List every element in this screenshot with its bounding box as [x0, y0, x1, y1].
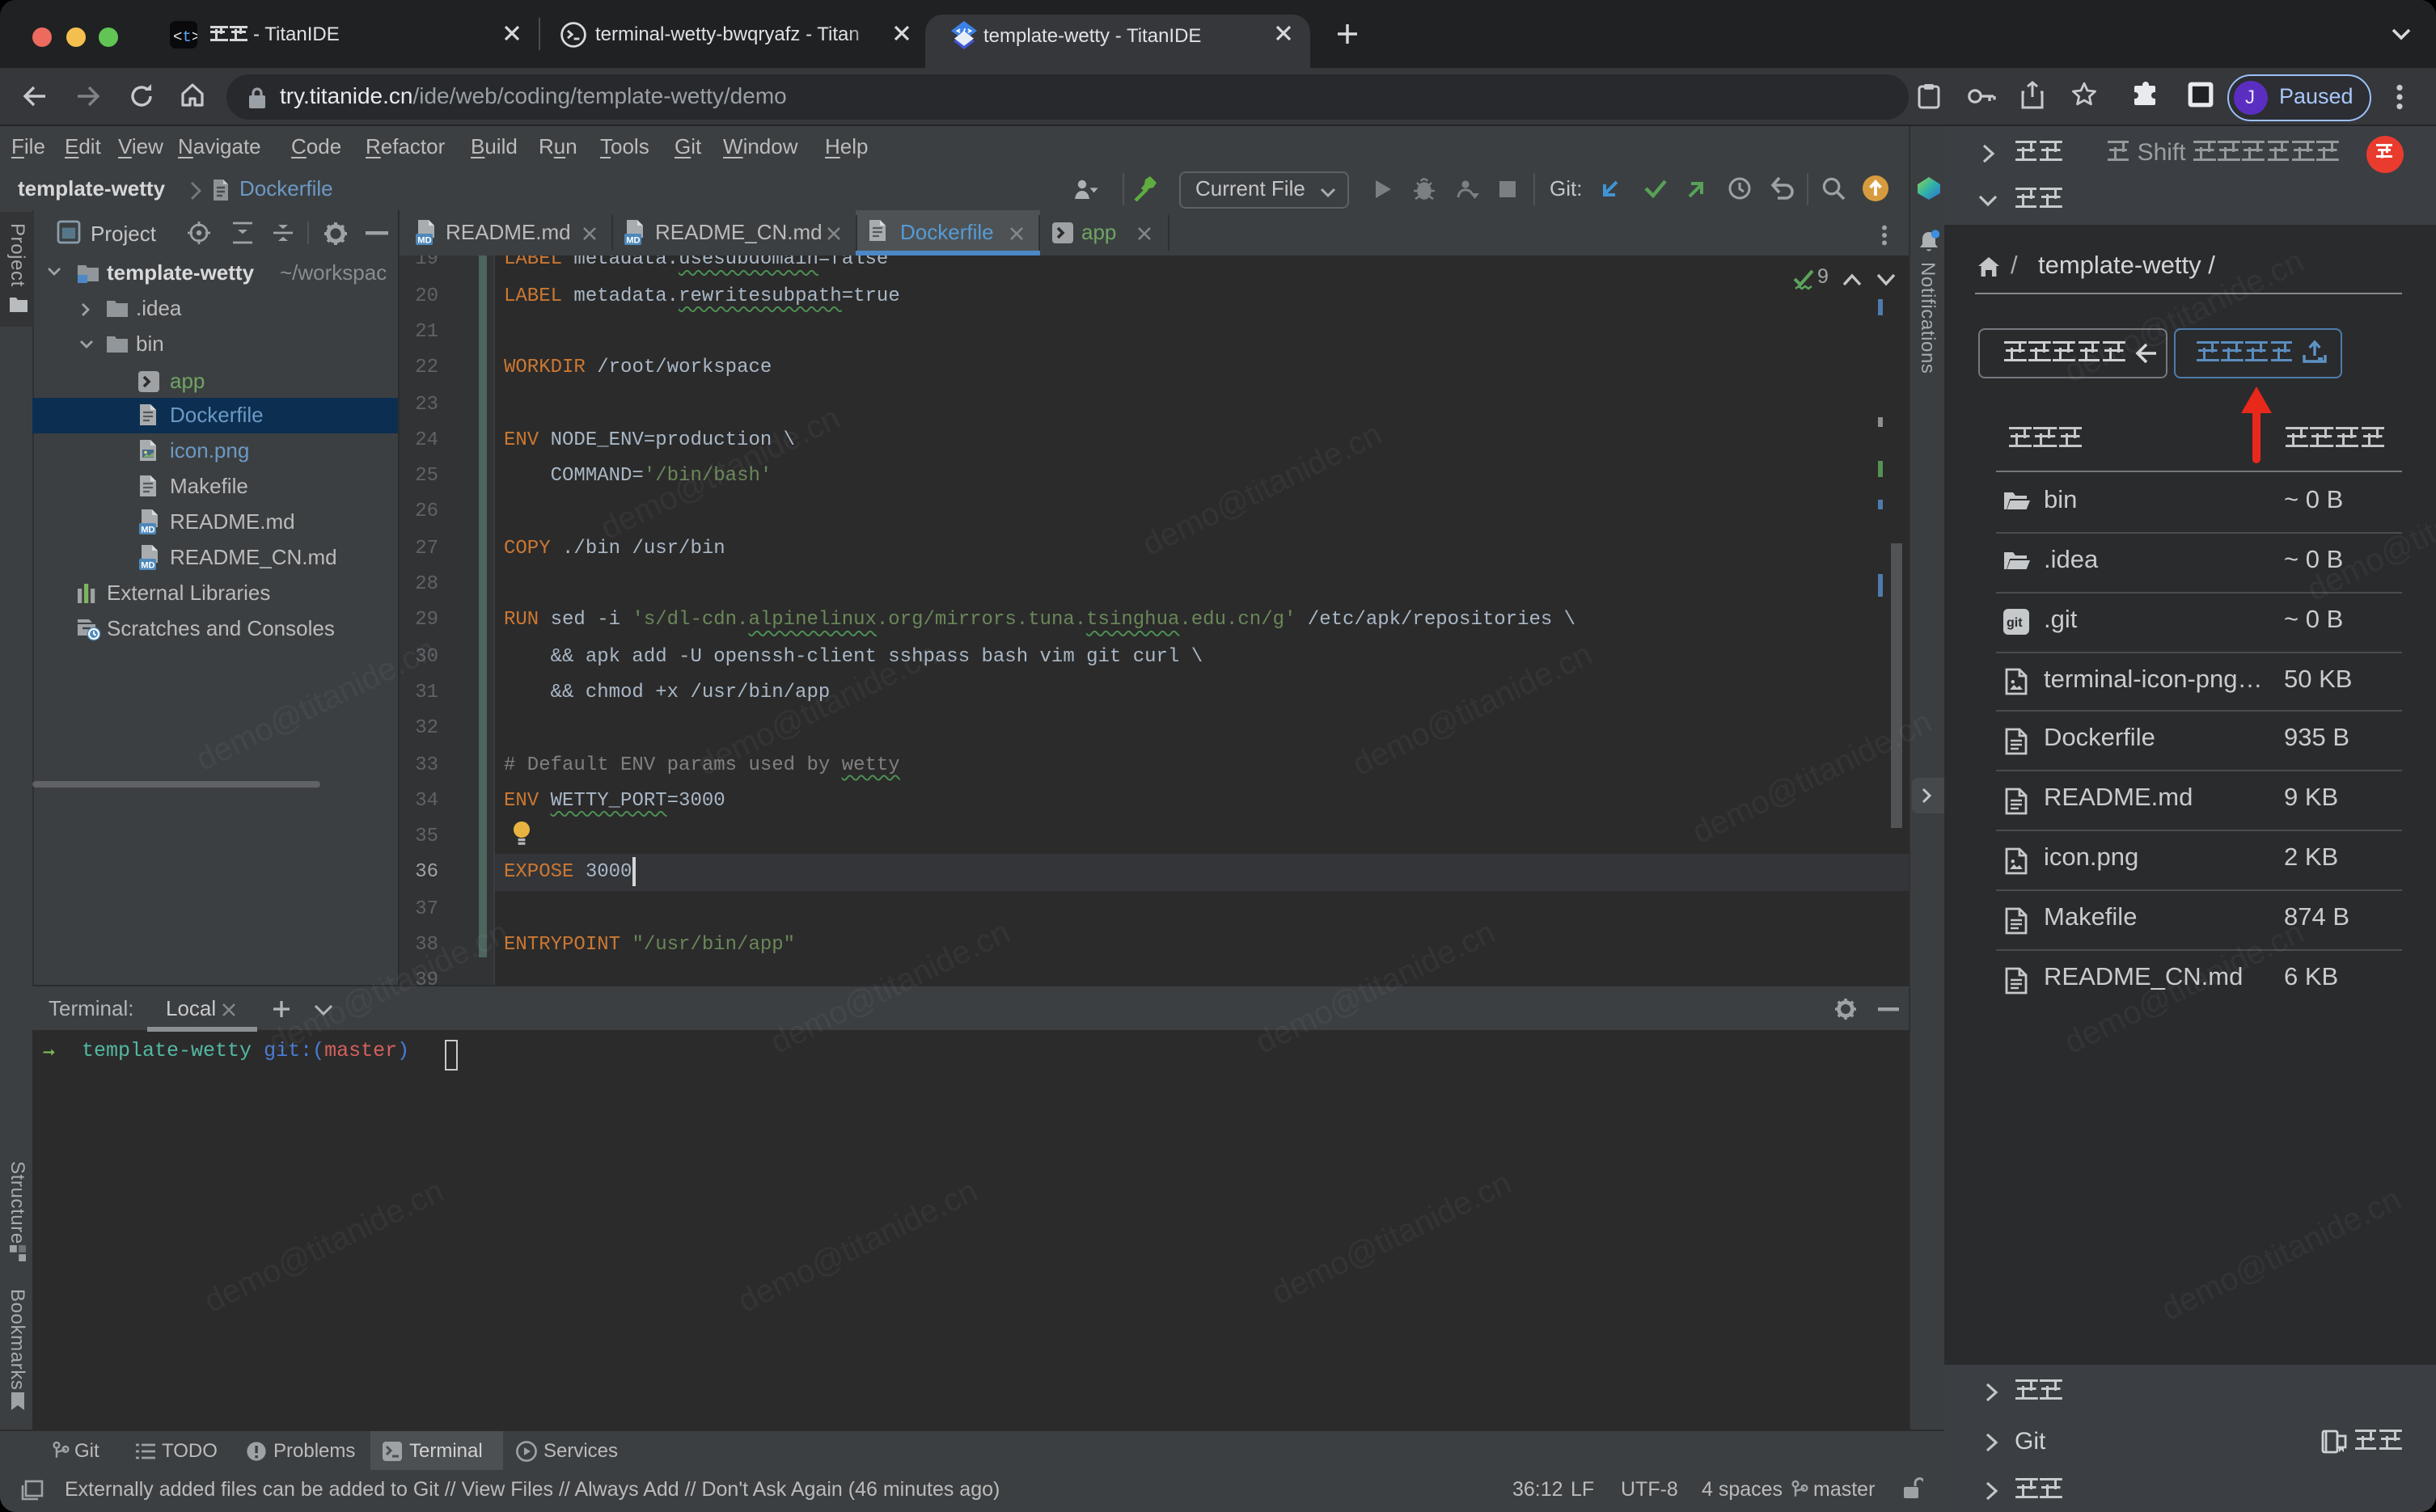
svg-text:MD: MD	[417, 235, 430, 245]
svg-text:MD: MD	[141, 560, 154, 570]
svg-text:MD: MD	[141, 524, 154, 534]
svg-text:MD: MD	[625, 235, 639, 245]
svg-text:git: git	[2007, 616, 2023, 630]
